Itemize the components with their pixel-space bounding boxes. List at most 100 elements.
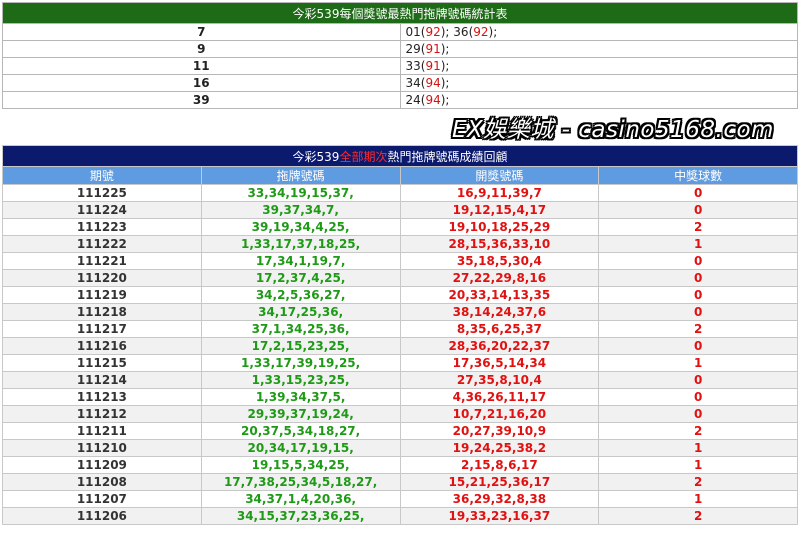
drag-numbers-cell: 17,2,15,23,25, bbox=[200, 337, 401, 355]
draw-numbers-cell: 20,33,14,13,35 bbox=[399, 286, 600, 304]
draw-numbers-cell: 28,36,20,22,37 bbox=[399, 337, 600, 355]
hit-count-cell: 2 bbox=[598, 320, 798, 338]
stats-row: 39 24(94); bbox=[2, 91, 798, 109]
hit-count-cell: 0 bbox=[598, 286, 798, 304]
stats-row: 9 29(91); bbox=[2, 40, 798, 58]
header-period: 期號 bbox=[2, 166, 202, 185]
drag-count: 94 bbox=[425, 76, 441, 90]
period-cell: 111223 bbox=[2, 218, 202, 236]
drag-count: 94 bbox=[425, 93, 441, 107]
draw-numbers-cell: 19,24,25,38,2 bbox=[399, 439, 600, 457]
stats-number: 7 bbox=[2, 23, 401, 41]
drag-numbers-cell: 17,7,38,25,34,5,18,27, bbox=[200, 473, 401, 491]
table-row: 111206 34,15,37,23,36,25, 19,33,23,16,37 2 bbox=[2, 507, 798, 525]
hit-count-cell: 0 bbox=[598, 388, 798, 406]
stats-number: 39 bbox=[2, 91, 401, 109]
drag-number: 24 bbox=[405, 93, 421, 107]
table-row: 111213 1,39,34,37,5, 4,36,26,11,17 0 bbox=[2, 388, 798, 406]
table-row: 111207 34,37,1,4,20,36, 36,29,32,8,38 1 bbox=[2, 490, 798, 508]
stats-number: 9 bbox=[2, 40, 401, 58]
drag-number: 33 bbox=[405, 59, 421, 73]
stats-values: 24(94); bbox=[399, 91, 798, 109]
table-row: 111209 19,15,5,34,25, 2,15,8,6,17 1 bbox=[2, 456, 798, 474]
stats-number: 11 bbox=[2, 57, 401, 75]
draw-numbers-cell: 19,10,18,25,29 bbox=[399, 218, 600, 236]
stats-values: 29(91); bbox=[399, 40, 798, 58]
drag-numbers-cell: 1,33,17,39,19,25, bbox=[200, 354, 401, 372]
draw-numbers-cell: 15,21,25,36,17 bbox=[399, 473, 600, 491]
draw-numbers-cell: 16,9,11,39,7 bbox=[399, 184, 600, 202]
table-row: 111221 17,34,1,19,7, 35,18,5,30,4 0 bbox=[2, 252, 798, 270]
drag-numbers-cell: 39,19,34,4,25, bbox=[200, 218, 401, 236]
drag-numbers-cell: 34,37,1,4,20,36, bbox=[200, 490, 401, 508]
stats-values: 34(94); bbox=[399, 74, 798, 92]
drag-number: 01 bbox=[405, 25, 421, 39]
period-cell: 111221 bbox=[2, 252, 202, 270]
hit-count-cell: 0 bbox=[598, 269, 798, 287]
table-row: 111224 39,37,34,7, 19,12,15,4,17 0 bbox=[2, 201, 798, 219]
title-highlight: 全部期次 bbox=[339, 149, 388, 164]
period-cell: 111220 bbox=[2, 269, 202, 287]
drag-results-table: 今彩539全部期次熱門拖牌號碼成績回顧 期號 拖牌號碼 開獎號碼 中獎球數 11… bbox=[2, 145, 798, 525]
drag-numbers-cell: 34,15,37,23,36,25, bbox=[200, 507, 401, 525]
title-suffix: 熱門拖牌號碼成績回顧 bbox=[387, 149, 508, 164]
draw-numbers-cell: 2,15,8,6,17 bbox=[399, 456, 600, 474]
draw-numbers-cell: 36,29,32,8,38 bbox=[399, 490, 600, 508]
draw-numbers-cell: 27,22,29,8,16 bbox=[399, 269, 600, 287]
table-row: 111222 1,33,17,37,18,25, 28,15,36,33,10 1 bbox=[2, 235, 798, 253]
table-row: 111216 17,2,15,23,25, 28,36,20,22,37 0 bbox=[2, 337, 798, 355]
draw-numbers-cell: 10,7,21,16,20 bbox=[399, 405, 600, 423]
hit-count-cell: 0 bbox=[598, 337, 798, 355]
table-row: 111214 1,33,15,23,25, 27,35,8,10,4 0 bbox=[2, 371, 798, 389]
hit-count-cell: 1 bbox=[598, 354, 798, 372]
hit-count-cell: 0 bbox=[598, 303, 798, 321]
drag-number: 34 bbox=[405, 76, 421, 90]
period-cell: 111215 bbox=[2, 354, 202, 372]
header-draw-numbers: 開獎號碼 bbox=[399, 166, 600, 185]
hit-count-cell: 2 bbox=[598, 507, 798, 525]
drag-numbers-cell: 20,37,5,34,18,27, bbox=[200, 422, 401, 440]
period-cell: 111224 bbox=[2, 201, 202, 219]
table-row: 111218 34,17,25,36, 38,14,24,37,6 0 bbox=[2, 303, 798, 321]
drag-count: 92 bbox=[425, 25, 441, 39]
drag-numbers-cell: 20,34,17,19,15, bbox=[200, 439, 401, 457]
draw-numbers-cell: 27,35,8,10,4 bbox=[399, 371, 600, 389]
draw-numbers-cell: 4,36,26,11,17 bbox=[399, 388, 600, 406]
drag-numbers-cell: 17,34,1,19,7, bbox=[200, 252, 401, 270]
stats-number: 16 bbox=[2, 74, 401, 92]
drag-numbers-cell: 17,2,37,4,25, bbox=[200, 269, 401, 287]
stats-values: 33(91); bbox=[399, 57, 798, 75]
period-cell: 111213 bbox=[2, 388, 202, 406]
drag-numbers-cell: 34,2,5,36,27, bbox=[200, 286, 401, 304]
table-row: 111220 17,2,37,4,25, 27,22,29,8,16 0 bbox=[2, 269, 798, 287]
hit-count-cell: 0 bbox=[598, 201, 798, 219]
title-prefix: 今彩539 bbox=[292, 149, 340, 164]
period-cell: 111211 bbox=[2, 422, 202, 440]
period-cell: 111214 bbox=[2, 371, 202, 389]
stats-row: 16 34(94); bbox=[2, 74, 798, 92]
drag-results-title: 今彩539全部期次熱門拖牌號碼成績回顧 bbox=[2, 145, 798, 167]
draw-numbers-cell: 19,33,23,16,37 bbox=[399, 507, 600, 525]
drag-number: 29 bbox=[405, 42, 421, 56]
drag-numbers-cell: 39,37,34,7, bbox=[200, 201, 401, 219]
period-cell: 111216 bbox=[2, 337, 202, 355]
hit-count-cell: 0 bbox=[598, 252, 798, 270]
hot-drag-stats-title: 今彩539每個獎號最熱門拖牌號碼統計表 bbox=[2, 2, 798, 24]
period-cell: 111206 bbox=[2, 507, 202, 525]
drag-numbers-cell: 29,39,37,19,24, bbox=[200, 405, 401, 423]
drag-count: 92 bbox=[473, 25, 489, 39]
site-watermark: EX娛樂城 - casino5168.com bbox=[452, 117, 774, 143]
drag-numbers-cell: 19,15,5,34,25, bbox=[200, 456, 401, 474]
table-row: 111215 1,33,17,39,19,25, 17,36,5,14,34 1 bbox=[2, 354, 798, 372]
draw-numbers-cell: 8,35,6,25,37 bbox=[399, 320, 600, 338]
table-row: 111223 39,19,34,4,25, 19,10,18,25,29 2 bbox=[2, 218, 798, 236]
table-row: 111208 17,7,38,25,34,5,18,27, 15,21,25,36,… bbox=[2, 473, 798, 491]
draw-numbers-cell: 17,36,5,14,34 bbox=[399, 354, 600, 372]
table-row: 111219 34,2,5,36,27, 20,33,14,13,35 0 bbox=[2, 286, 798, 304]
draw-numbers-cell: 19,12,15,4,17 bbox=[399, 201, 600, 219]
period-cell: 111218 bbox=[2, 303, 202, 321]
table-row: 111217 37,1,34,25,36, 8,35,6,25,37 2 bbox=[2, 320, 798, 338]
stats-row: 7 01(92); 36(92); bbox=[2, 23, 798, 41]
drag-numbers-cell: 1,33,17,37,18,25, bbox=[200, 235, 401, 253]
period-cell: 111207 bbox=[2, 490, 202, 508]
